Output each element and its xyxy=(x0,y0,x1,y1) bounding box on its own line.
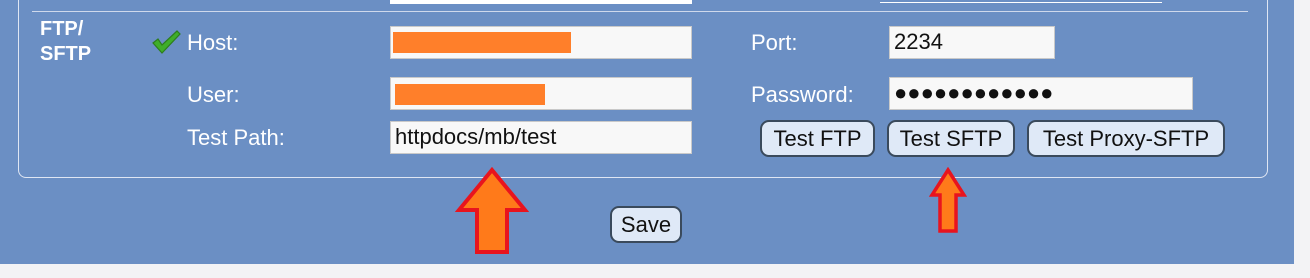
redacted-user xyxy=(395,84,545,105)
test-proxy-sftp-button[interactable]: Test Proxy-SFTP xyxy=(1027,120,1225,157)
arrow-up-icon xyxy=(455,167,529,254)
password-input[interactable]: ●●●●●●●●●●●● xyxy=(889,77,1193,110)
port-input[interactable]: 2234 xyxy=(889,26,1055,59)
section-title: FTP/ SFTP xyxy=(40,18,92,65)
test-sftp-button[interactable]: Test SFTP xyxy=(887,120,1015,157)
test-ftp-button[interactable]: Test FTP xyxy=(760,120,875,157)
previous-row-link[interactable] xyxy=(880,2,1162,3)
password-label: Password: xyxy=(751,82,854,107)
previous-row-input[interactable] xyxy=(390,0,692,4)
green-check-icon xyxy=(152,30,181,54)
redacted-host xyxy=(393,32,571,53)
test-path-label: Test Path: xyxy=(187,125,285,150)
section-divider xyxy=(32,11,1248,12)
save-button[interactable]: Save xyxy=(610,206,682,243)
test-path-input[interactable]: httpdocs/mb/test xyxy=(390,121,692,154)
port-label: Port: xyxy=(751,30,798,55)
arrow-up-icon xyxy=(929,167,967,233)
host-label: Host: xyxy=(187,30,239,55)
settings-panel: FTP/ SFTP Host: Port: 2234 User: Passwor… xyxy=(0,0,1294,264)
user-label: User: xyxy=(187,82,240,107)
